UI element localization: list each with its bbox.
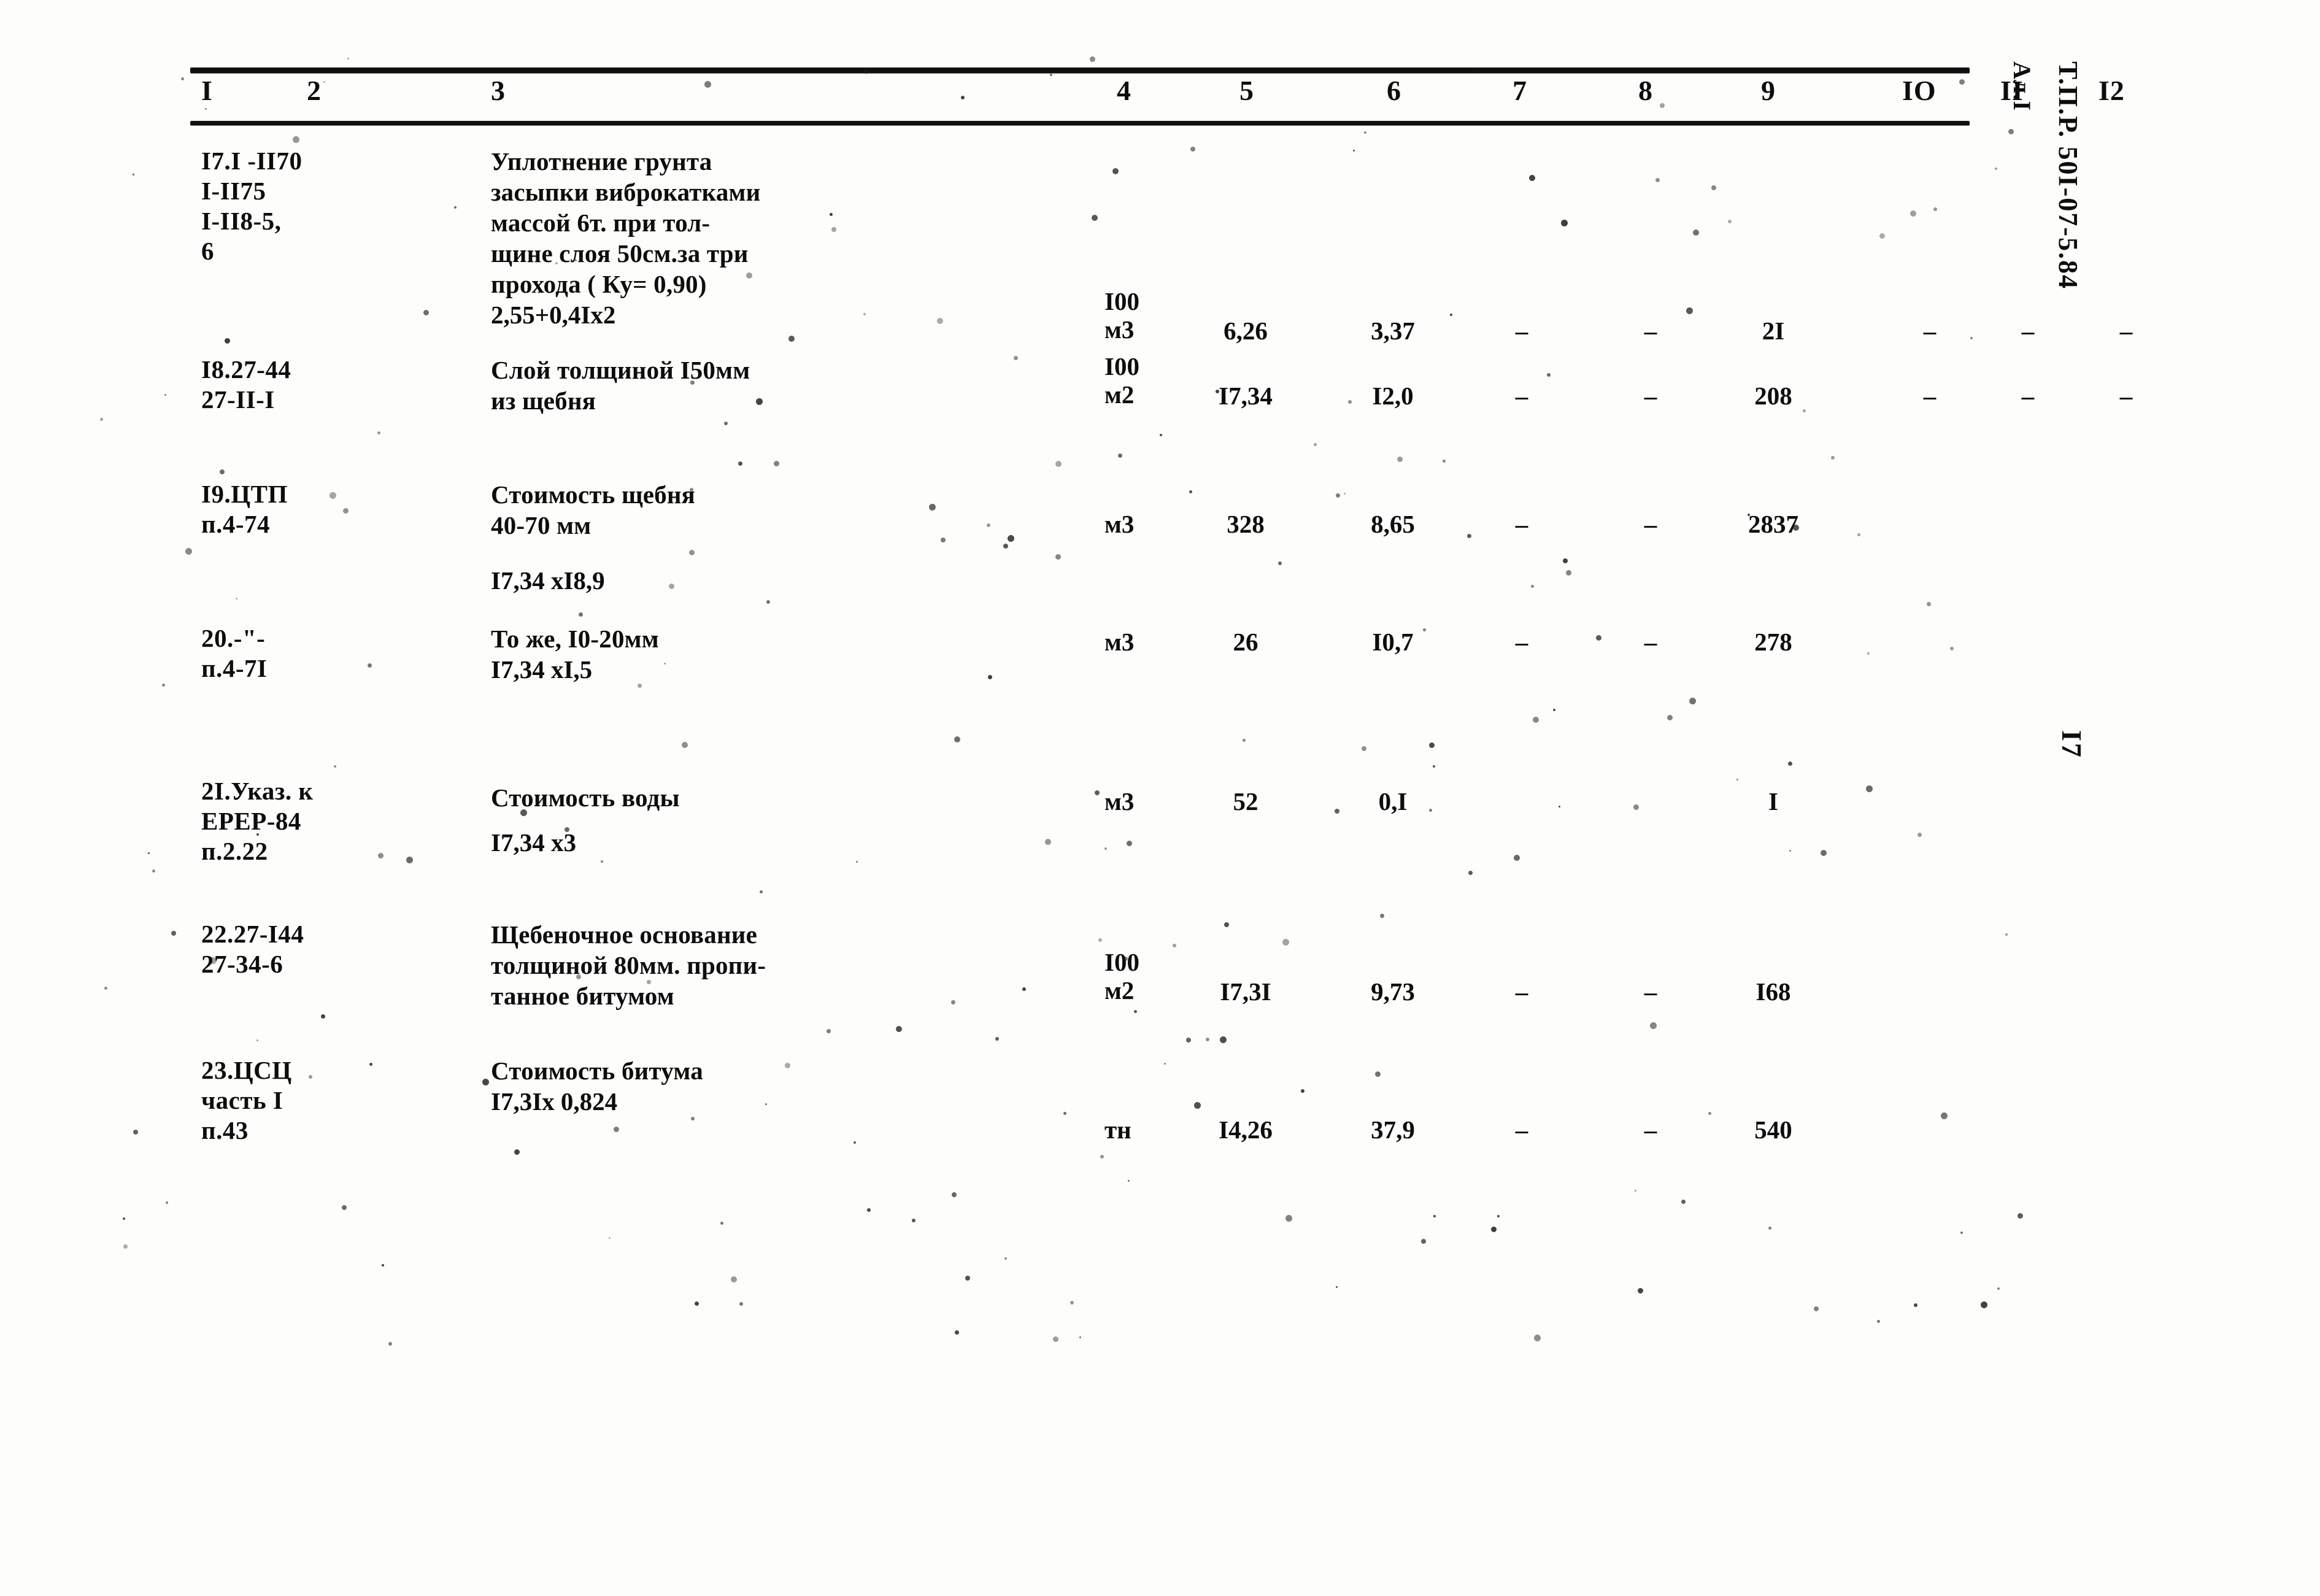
row-code: 20.-"- п.4-7I	[201, 624, 268, 682]
row-value-7: –	[1515, 510, 1528, 538]
row-unit: м3	[1104, 510, 1135, 538]
row-value-6: 8,65	[1371, 510, 1415, 538]
row-value-8: –	[1644, 382, 1657, 410]
row-code: I7.I -II70 I-II75 I-II8-5, 6	[201, 147, 303, 265]
row-code: 2I.Указ. к ЕРЕР-84 п.2.22	[201, 777, 314, 865]
column-header-12: I2	[2098, 75, 2125, 106]
column-header-5: 5	[1239, 75, 1254, 106]
row-description: Щебеночное основание толщиной 80мм. проп…	[491, 920, 766, 1010]
row-unit: м3	[1104, 787, 1135, 815]
row-value-6: I0,7	[1372, 628, 1414, 656]
column-header-2: 2	[307, 75, 322, 106]
row-unit: тн	[1104, 1116, 1131, 1144]
row-value-9: 2837	[1748, 510, 1798, 538]
row-value-8: –	[1644, 510, 1657, 538]
page-number: I7	[2056, 730, 2087, 759]
row-value-7: –	[1515, 1116, 1528, 1144]
column-header-1: I	[201, 75, 213, 106]
estimate-table: I 2 3 4 5 6 7 8 9 IO II I2 I7.I -II70 I-…	[184, 67, 2132, 1171]
row-value-10: –	[1923, 382, 1937, 410]
row-description: Стоимость воды	[491, 784, 680, 812]
row-value-6: 37,9	[1371, 1116, 1415, 1144]
row-calculation: I7,3Iх 0,824	[491, 1087, 618, 1116]
table-row: I8.27-44 27-II-I Слой толщиной I50мм из …	[184, 299, 2132, 431]
row-value-7: –	[1515, 628, 1528, 656]
table-header-row: I 2 3 4 5 6 7 8 9 IO II I2	[184, 73, 2124, 121]
table-row: 2I.Указ. к ЕРЕР-84 п.2.22 Стоимость воды…	[184, 738, 2000, 892]
row-value-5: I7,3I	[1220, 977, 1271, 1006]
row-value-9: 208	[1754, 382, 1792, 410]
row-value-6: I2,0	[1372, 382, 1414, 410]
row-description: То же, I0-20мм	[491, 625, 659, 653]
row-description: Стоимость битума	[491, 1057, 703, 1085]
row-value-8: –	[1644, 1116, 1657, 1144]
row-value-12: –	[2119, 382, 2133, 410]
row-value-8: –	[1644, 628, 1657, 656]
column-header-3: 3	[491, 75, 506, 106]
row-calculation: I7,34 xI,5	[491, 655, 593, 684]
table-row: I9.ЦТП п.4-74 Стоимость щебня 40-70 мм I…	[184, 431, 2000, 596]
row-unit: I00 м2	[1104, 352, 1139, 409]
row-value-9: I	[1768, 787, 1778, 815]
row-value-5: I4,26	[1219, 1116, 1273, 1144]
row-value-9: I68	[1755, 977, 1791, 1006]
row-value-5: 52	[1233, 787, 1258, 815]
row-value-7: –	[1515, 382, 1528, 410]
row-calculation: I7,34 xI8,9	[491, 566, 605, 595]
column-header-4: 4	[1117, 75, 1131, 106]
row-code: 23.ЦСЦ часть I п.43	[201, 1056, 292, 1144]
row-value-11: –	[2021, 382, 2035, 410]
column-header-9: 9	[1761, 75, 1776, 106]
row-value-6: 0,I	[1378, 787, 1408, 815]
table-header-rule	[190, 121, 1970, 125]
row-value-5: I7,34	[1219, 382, 1273, 410]
row-description: Уплотнение грунта засыпки виброкатками м…	[491, 147, 761, 298]
row-value-5: 26	[1233, 628, 1258, 656]
row-description: Слой толщиной I50мм из щебня	[491, 356, 750, 415]
scanned-page: I 2 3 4 5 6 7 8 9 IO II I2 I7.I -II70 I-…	[0, 0, 2320, 1596]
row-code: I8.27-44 27-II-I	[201, 355, 291, 414]
row-code: 22.27-I44 27-34-6	[201, 920, 304, 978]
row-code: I9.ЦТП п.4-74	[201, 480, 288, 538]
table-row: 22.27-I44 27-34-6 Щебеночное основание т…	[184, 892, 2000, 1030]
row-description: Стоимость щебня 40-70 мм	[491, 480, 696, 539]
table-row: 20.-"- п.4-7I То же, I0-20мм I7,34 xI,5 …	[184, 596, 2000, 738]
document-reference-number: Т.П.Р. 50I-07-5.84	[2053, 61, 2083, 290]
row-value-9: 540	[1754, 1116, 1792, 1144]
column-header-7: 7	[1513, 75, 1527, 106]
column-header-6: 6	[1387, 75, 1401, 106]
column-header-8: 8	[1638, 75, 1653, 106]
row-value-11: –	[2021, 317, 2035, 345]
table-row: 23.ЦСЦ часть I п.43 Стоимость битума I7,…	[184, 1030, 2000, 1171]
row-unit: м3	[1104, 628, 1135, 656]
row-value-9: 278	[1754, 628, 1792, 656]
document-album-label: Ал.I	[2008, 61, 2036, 111]
row-value-6: 9,73	[1371, 977, 1415, 1006]
row-value-5: 328	[1227, 510, 1265, 538]
row-unit: I00 м2	[1104, 948, 1139, 1004]
row-value-8: –	[1644, 977, 1657, 1006]
table-row: I7.I -II70 I-II75 I-II8-5, 6 Уплотнение …	[184, 146, 2132, 345]
row-calculation: I7,34 х3	[491, 828, 576, 857]
row-value-12: –	[2119, 317, 2133, 345]
table-body: I7.I -II70 I-II75 I-II8-5, 6 Уплотнение …	[184, 146, 2132, 1171]
row-value-7: –	[1515, 977, 1528, 1006]
column-header-10: IO	[1902, 75, 1937, 106]
table-top-rule	[190, 67, 1970, 73]
